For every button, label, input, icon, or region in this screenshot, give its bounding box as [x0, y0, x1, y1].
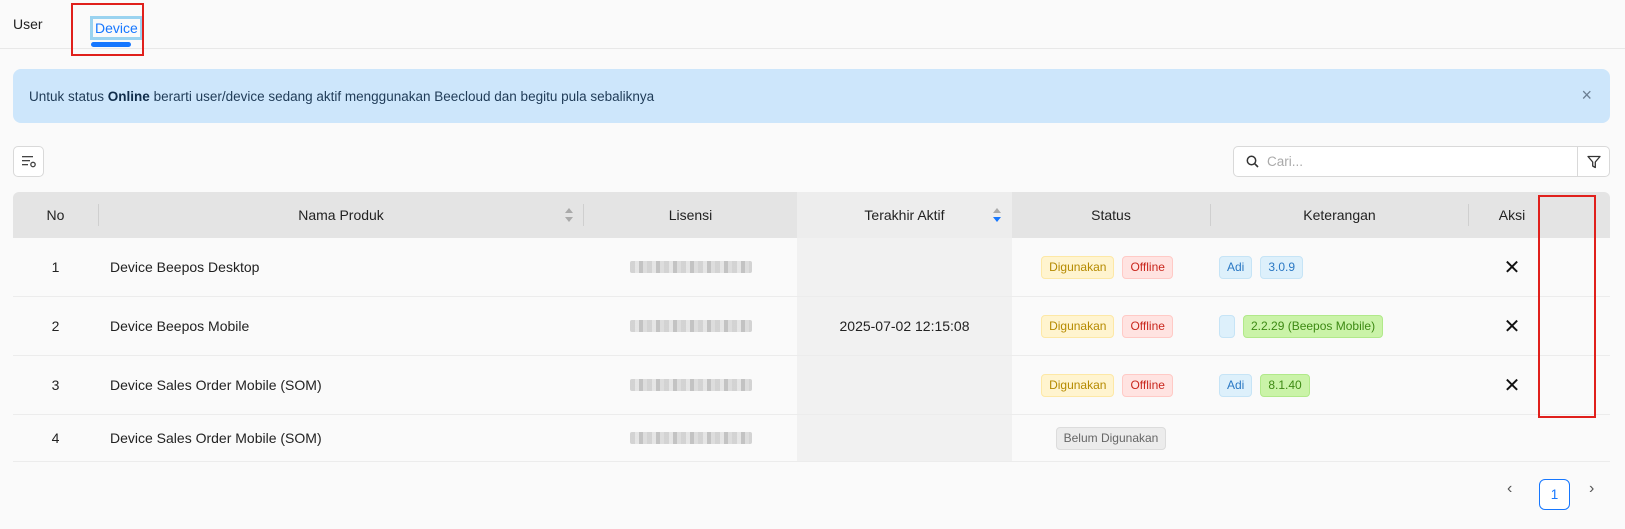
column-header-aksi: Aksi: [1498, 207, 1526, 223]
filter-button[interactable]: [1577, 146, 1610, 177]
column-settings-button[interactable]: [13, 146, 44, 177]
column-header-no: No: [46, 207, 65, 223]
status-badge-offline: Offline: [1122, 255, 1173, 279]
row-keterangan: Adi 8.1.40: [1219, 356, 1469, 414]
row-license-blurred: [584, 297, 797, 355]
user-badge: Adi: [1219, 255, 1253, 279]
version-badge: 2.2.29 (Beepos Mobile): [1243, 314, 1384, 338]
remove-device-button[interactable]: ✕: [1504, 255, 1521, 280]
pagination-page-1[interactable]: 1: [1539, 479, 1570, 510]
table-row: 3 Device Sales Order Mobile (SOM) Diguna…: [13, 356, 1610, 415]
row-last-active: 2025-07-02 12:15:08: [797, 297, 1012, 355]
table-row: 2 Device Beepos Mobile 2025-07-02 12:15:…: [13, 297, 1610, 356]
status-badge-offline: Offline: [1122, 373, 1173, 397]
row-last-active: [797, 238, 1012, 296]
row-product-name: Device Sales Order Mobile (SOM): [110, 377, 322, 393]
row-last-active: [797, 415, 1012, 461]
search-icon: [1246, 155, 1259, 168]
version-badge: 3.0.9: [1260, 255, 1304, 279]
row-product-name: Device Beepos Mobile: [110, 318, 250, 334]
row-keterangan: Adi 3.0.9: [1219, 238, 1469, 296]
close-icon[interactable]: ×: [1581, 85, 1592, 105]
row-status: Digunakan Offline: [1012, 297, 1210, 355]
row-aksi: ✕: [1469, 238, 1555, 296]
status-badge-digunakan: Digunakan: [1041, 373, 1115, 397]
row-status: Digunakan Offline: [1012, 238, 1210, 296]
row-status: Digunakan Offline: [1012, 356, 1210, 414]
table-row: 4 Device Sales Order Mobile (SOM) Belum …: [13, 415, 1610, 462]
row-keterangan: 2.2.29 (Beepos Mobile): [1219, 297, 1469, 355]
remove-device-button[interactable]: ✕: [1504, 373, 1521, 398]
tab-device-label: Device: [90, 16, 143, 40]
active-tab-indicator: [91, 42, 131, 47]
device-table: No Nama Produk Lisensi Terakhir Aktif St…: [13, 192, 1610, 462]
row-status: Belum Digunakan: [1012, 415, 1210, 461]
tab-bar: User Device: [0, 0, 1625, 49]
status-badge-offline: Offline: [1122, 314, 1173, 338]
column-header-terakhir-aktif[interactable]: Terakhir Aktif: [797, 192, 1012, 238]
row-aksi: ✕: [1469, 356, 1555, 414]
row-no: 3: [51, 377, 60, 393]
search-box: [1233, 146, 1578, 177]
sort-desc-icon[interactable]: [992, 207, 1002, 223]
alert-text: Untuk status Online berarti user/device …: [29, 88, 655, 104]
version-badge: 8.1.40: [1260, 373, 1310, 397]
status-badge-digunakan: Digunakan: [1041, 314, 1115, 338]
row-no: 2: [51, 318, 60, 334]
row-product-name: Device Beepos Desktop: [110, 259, 260, 275]
tab-user[interactable]: User: [13, 16, 43, 32]
column-header-status: Status: [1091, 207, 1131, 223]
table-header: No Nama Produk Lisensi Terakhir Aktif St…: [13, 192, 1610, 238]
column-header-keterangan: Keterangan: [1303, 207, 1376, 223]
column-header-lisensi: Lisensi: [668, 207, 713, 223]
filter-icon: [1586, 155, 1601, 168]
table-row: 1 Device Beepos Desktop Digunakan Offlin…: [13, 238, 1610, 297]
row-license-blurred: [584, 238, 797, 296]
column-header-nama-produk[interactable]: Nama Produk: [99, 192, 583, 238]
pagination-prev-button[interactable]: ‹: [1507, 480, 1512, 498]
info-alert: Untuk status Online berarti user/device …: [13, 69, 1610, 123]
row-no: 4: [51, 430, 60, 446]
search-input[interactable]: [1265, 153, 1565, 170]
row-last-active: [797, 356, 1012, 414]
row-product-name: Device Sales Order Mobile (SOM): [110, 430, 322, 446]
tab-device[interactable]: Device: [90, 16, 143, 40]
user-badge: [1219, 314, 1235, 338]
remove-device-button[interactable]: ✕: [1504, 314, 1521, 339]
status-badge-belum-digunakan: Belum Digunakan: [1055, 426, 1167, 450]
user-badge: Adi: [1219, 373, 1253, 397]
pagination-next-button[interactable]: ›: [1589, 480, 1594, 498]
status-badge-digunakan: Digunakan: [1041, 255, 1115, 279]
row-aksi: ✕: [1469, 297, 1555, 355]
row-license-blurred: [584, 415, 797, 461]
sort-icon[interactable]: [564, 207, 574, 223]
row-no: 1: [51, 259, 60, 275]
column-settings-icon: [21, 156, 36, 168]
row-license-blurred: [584, 356, 797, 414]
